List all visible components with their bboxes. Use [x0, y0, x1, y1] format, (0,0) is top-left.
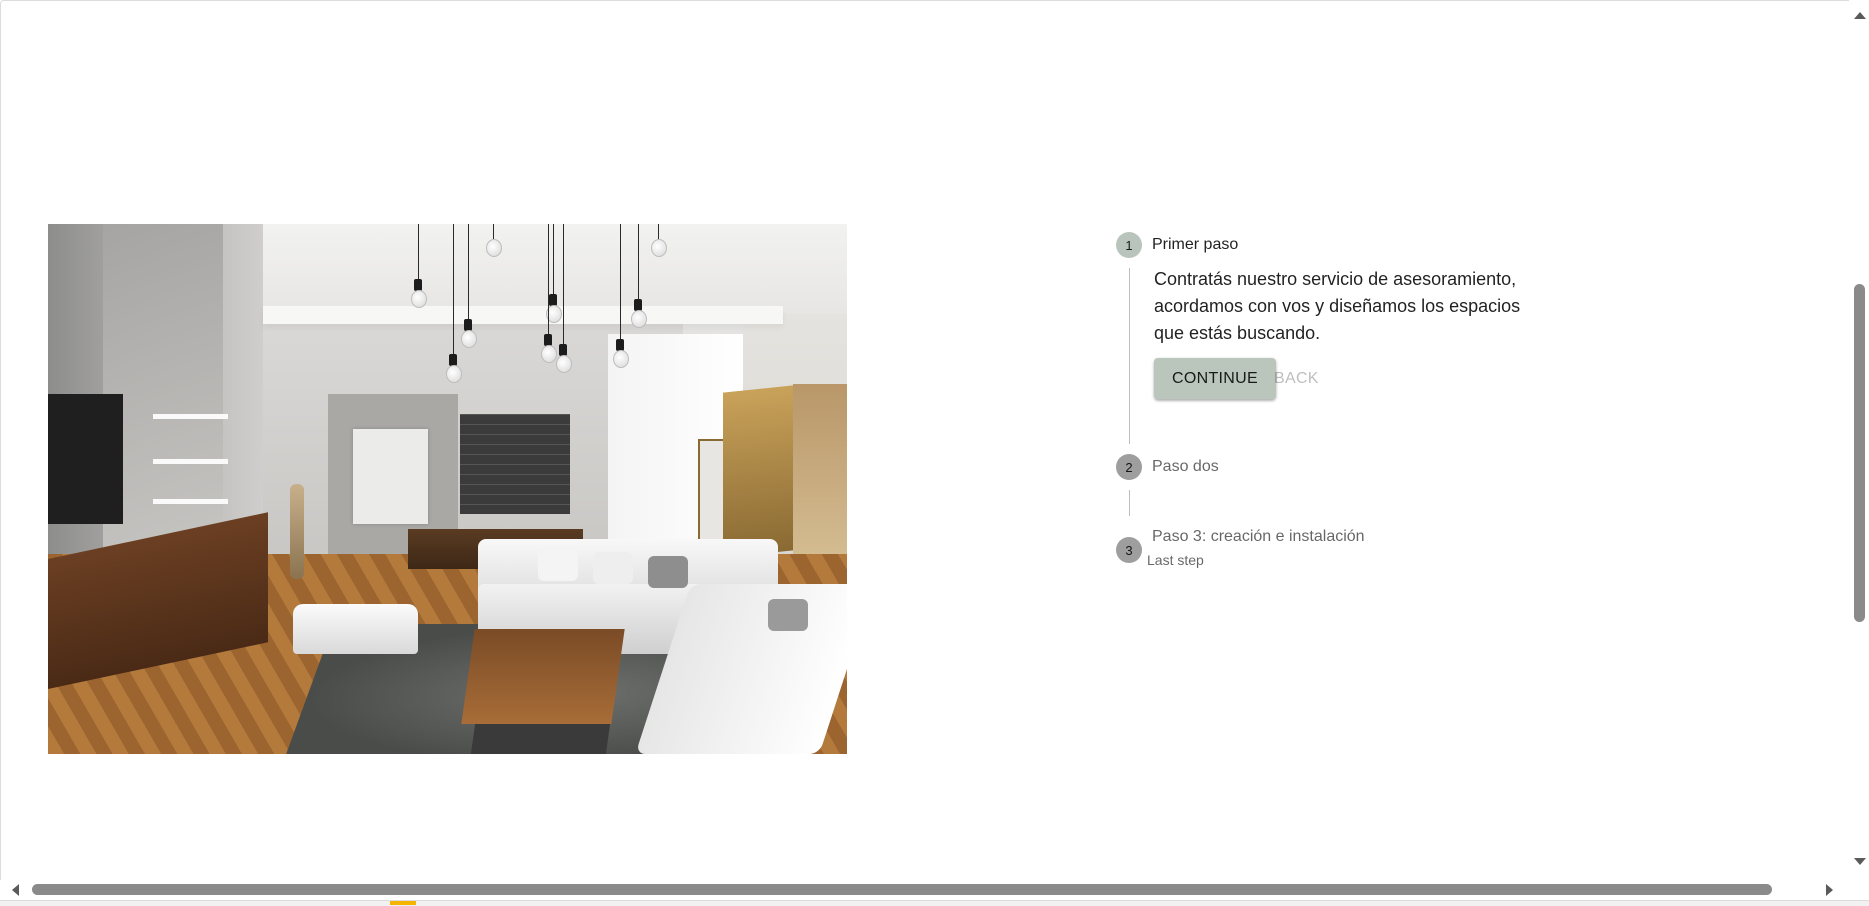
- step-1-number: 1: [1116, 232, 1142, 258]
- gold-frame: [723, 385, 793, 558]
- lamp-cord: [453, 224, 454, 354]
- living-room-image: [48, 224, 847, 754]
- bulb: [461, 330, 477, 348]
- taskbar-edge: [0, 900, 1869, 906]
- shelf: [153, 459, 228, 464]
- art-panel: [793, 384, 847, 574]
- step-3-caption: Last step: [1147, 552, 1204, 568]
- step-2-title: Paso dos: [1152, 458, 1219, 475]
- bulb: [486, 239, 502, 257]
- kitchen-tiles: [460, 414, 570, 514]
- step-2-number: 2: [1116, 454, 1142, 480]
- step-1-content: Contratás nuestro servicio de asesoramie…: [1154, 269, 1521, 343]
- wall-canvas: [353, 429, 428, 524]
- vertical-scrollbar[interactable]: [1849, 0, 1869, 880]
- arrow-down-icon[interactable]: [1854, 858, 1866, 865]
- bulb: [446, 365, 462, 383]
- back-button[interactable]: BACK: [1256, 358, 1337, 399]
- horizontal-scroll-thumb[interactable]: [32, 884, 1772, 895]
- tv: [48, 394, 123, 524]
- arrow-right-icon[interactable]: [1826, 884, 1833, 896]
- coffee-table-base: [470, 724, 611, 754]
- step-2-header[interactable]: 2 Paso dos: [1116, 454, 1219, 480]
- lamp-cord: [468, 224, 469, 319]
- step-1-title: Primer paso: [1152, 236, 1239, 253]
- lamp-cord: [553, 224, 554, 294]
- shelf: [153, 414, 228, 419]
- pillow: [593, 552, 633, 584]
- bulb: [411, 290, 427, 308]
- taskbar-app-indicator: [390, 901, 416, 905]
- lamp-cord: [658, 224, 659, 239]
- horizontal-scrollbar[interactable]: [0, 880, 1869, 900]
- step-3-number: 3: [1116, 537, 1142, 563]
- lamp-cord: [418, 224, 419, 279]
- step-connector: [1129, 268, 1130, 444]
- vertical-scroll-thumb[interactable]: [1854, 284, 1865, 622]
- bulb: [631, 310, 647, 328]
- step-connector: [1129, 490, 1130, 516]
- pillow: [538, 549, 578, 581]
- lamp-cord: [493, 224, 494, 239]
- arrow-up-icon[interactable]: [1854, 12, 1866, 19]
- pillow: [768, 599, 808, 631]
- ottoman: [293, 604, 418, 654]
- lamp-cord: [548, 224, 549, 334]
- lamp-cord: [638, 224, 639, 299]
- bulb: [541, 345, 557, 363]
- lamp-cord: [563, 224, 564, 344]
- shelf: [153, 499, 228, 504]
- arrow-left-icon[interactable]: [12, 884, 19, 896]
- step-1-header[interactable]: 1 Primer paso: [1116, 232, 1238, 258]
- pillow: [648, 556, 688, 588]
- ceiling-beam: [263, 306, 783, 324]
- dried-plant: [290, 484, 304, 579]
- bulb: [613, 350, 629, 368]
- bulb: [556, 355, 572, 373]
- step-3-title: Paso 3: creación e instalación: [1152, 528, 1365, 545]
- coffee-table: [461, 629, 625, 724]
- lamp-cord: [620, 224, 621, 339]
- bulb: [651, 239, 667, 257]
